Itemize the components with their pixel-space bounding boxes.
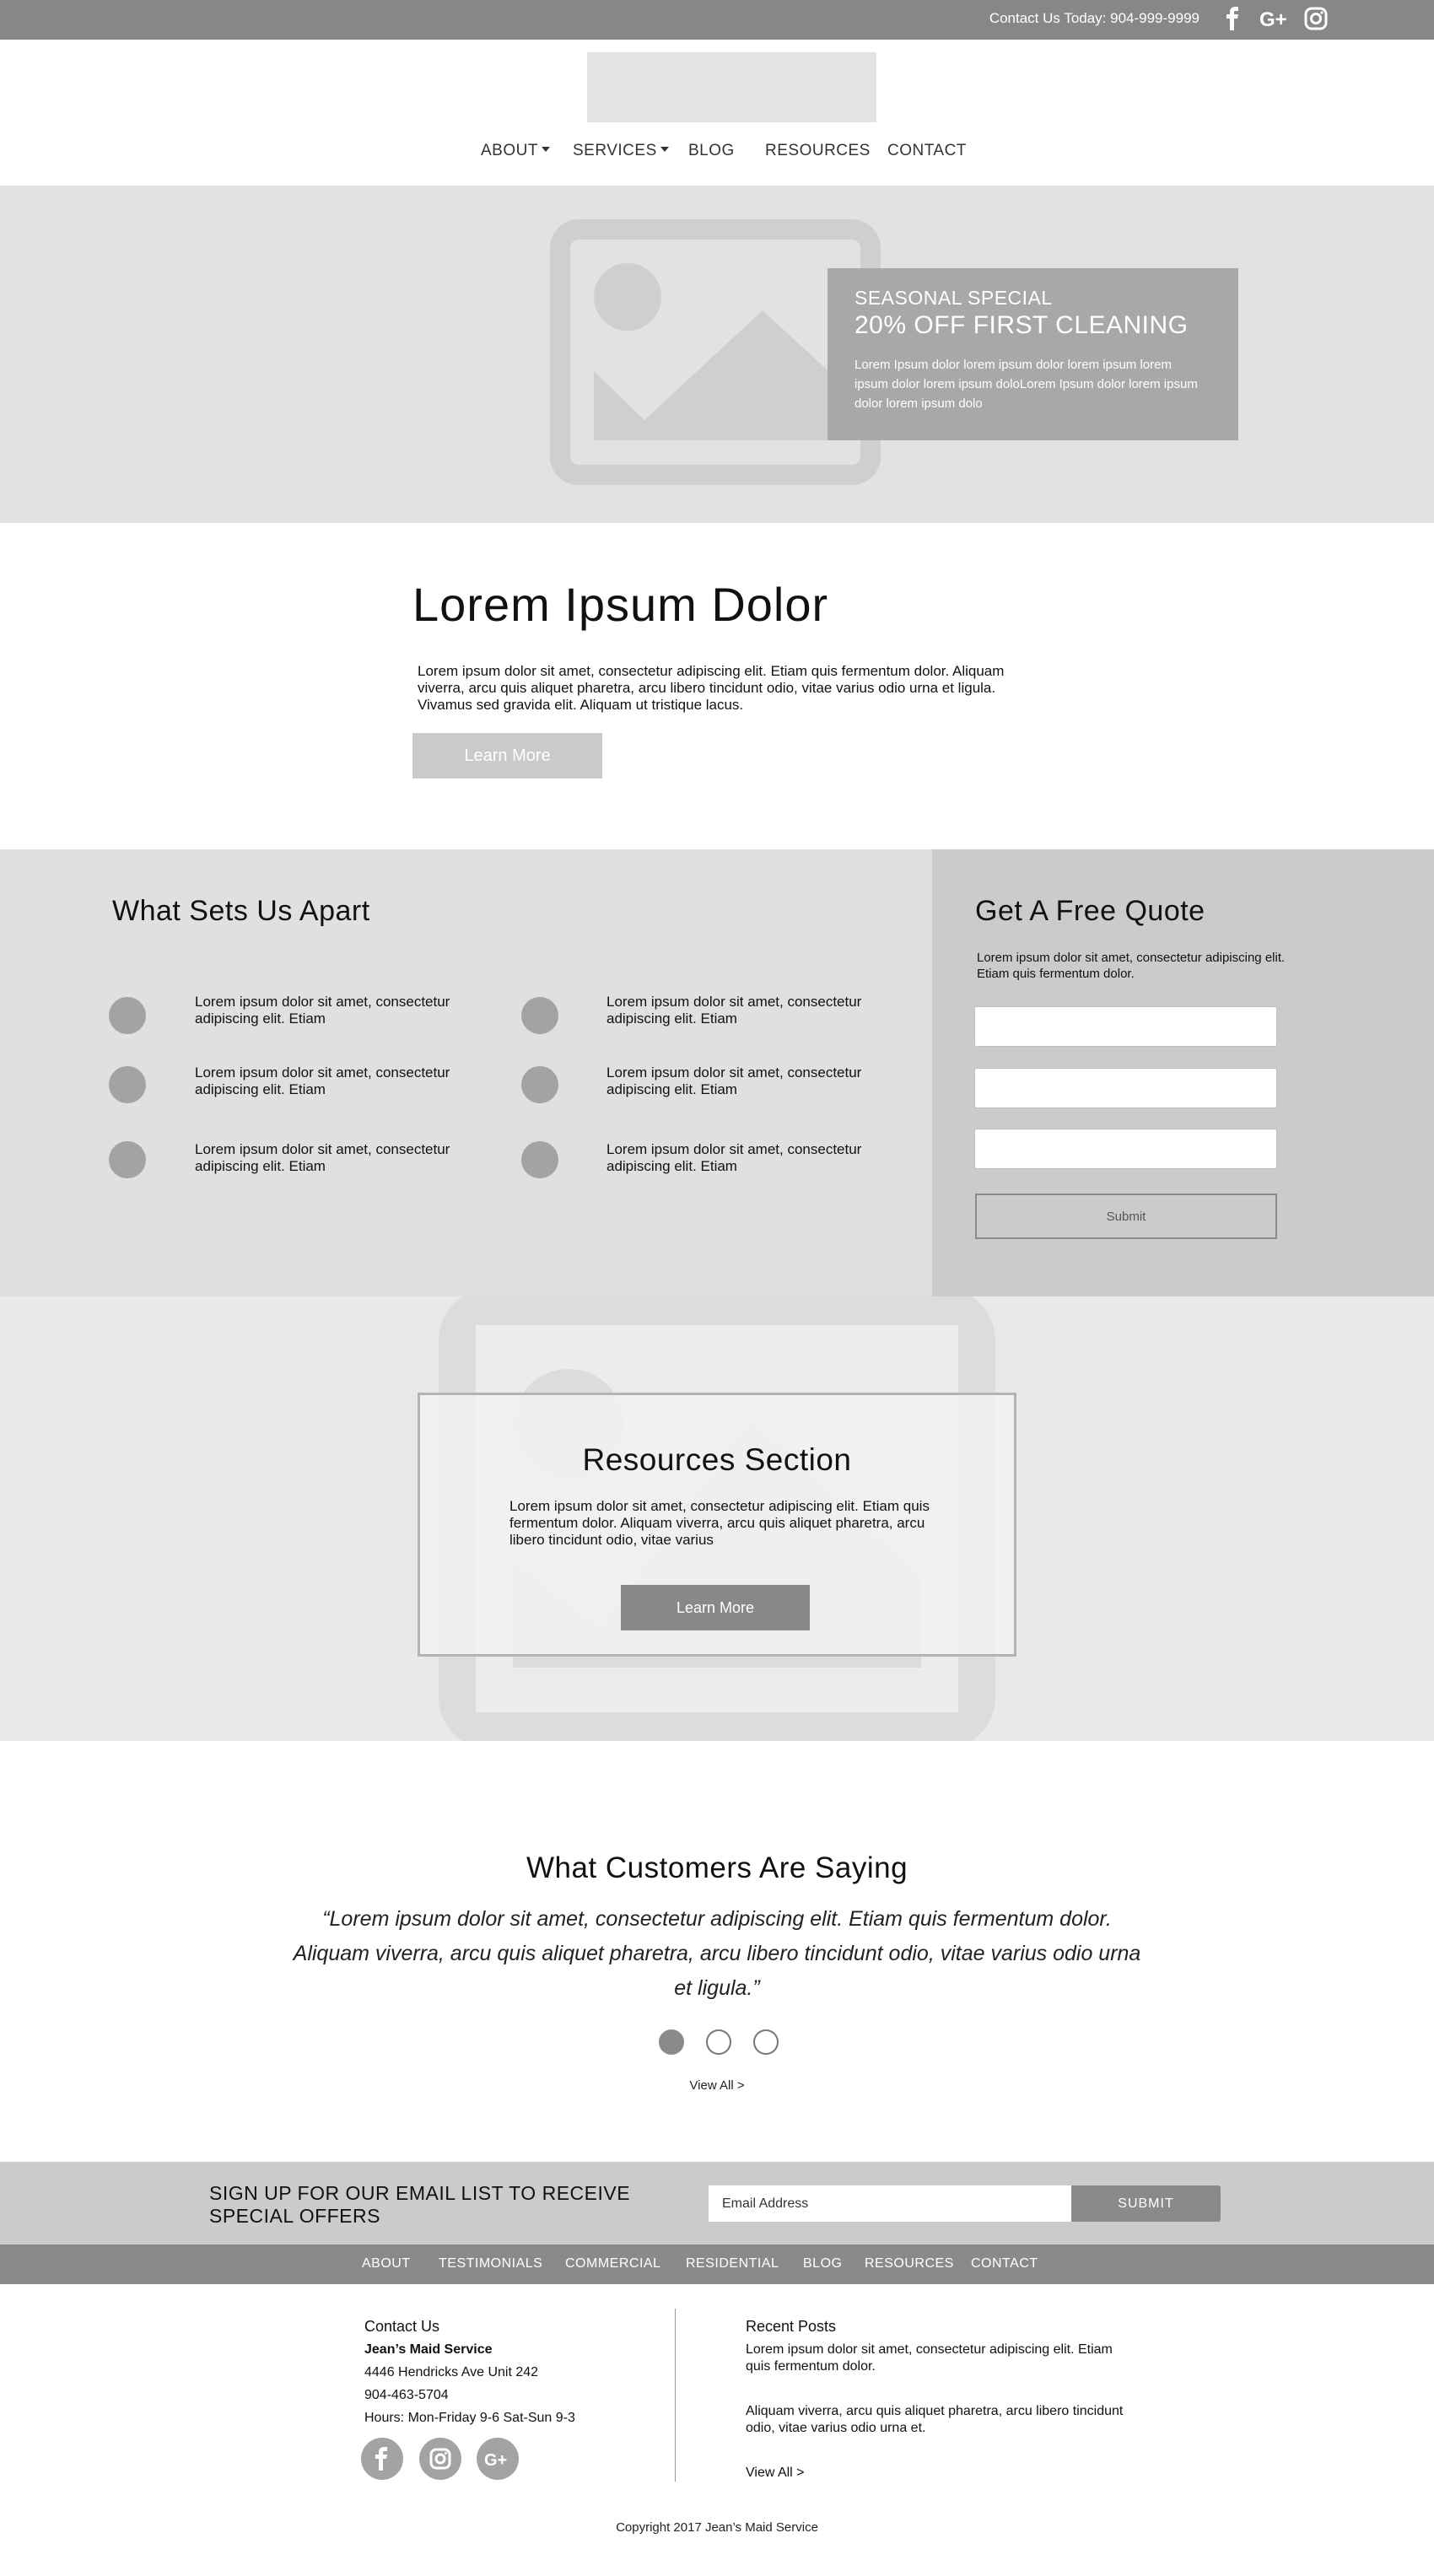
quote-text: Lorem ipsum dolor sit amet, consectetur … <box>977 951 1286 981</box>
footer-phone: 904-463-5704 <box>364 2388 449 2402</box>
feature-text: Lorem ipsum dolor sit amet, consectetur … <box>195 1064 450 1097</box>
feature-text: Lorem ipsum dolor sit amet, consectetur … <box>195 1141 450 1174</box>
nav-label: SERVICES <box>573 142 657 159</box>
recent-post-link[interactable]: Lorem ipsum dolor sit amet, consectetur … <box>746 2342 1125 2375</box>
recent-post-link[interactable]: Aliquam viverra, arcu quis aliquet phare… <box>746 2403 1125 2437</box>
instagram-icon[interactable] <box>1304 7 1328 35</box>
seasonal-special-box: SEASONAL SPECIAL 20% OFF FIRST CLEANING … <box>828 268 1238 440</box>
signup-submit-button[interactable]: SUBMIT <box>1071 2185 1221 2222</box>
feature-icon <box>109 1066 146 1103</box>
caret-down-icon <box>660 147 669 152</box>
view-all-testimonials-link[interactable]: View All > <box>0 2078 1434 2093</box>
footer-nav-testimonials[interactable]: TESTIMONIALS <box>439 2256 542 2272</box>
nav-item-contact[interactable]: CONTACT <box>887 142 967 160</box>
footer-nav-residential[interactable]: RESIDENTIAL <box>686 2256 779 2272</box>
footer-nav-commercial[interactable]: COMMERCIAL <box>565 2256 660 2272</box>
learn-more-button[interactable]: Learn More <box>412 733 602 779</box>
recent-posts-heading: Recent Posts <box>746 2318 837 2335</box>
main-nav: ABOUT SERVICES BLOG RESOURCES CONTACT <box>0 142 1434 167</box>
footer-nav-contact[interactable]: CONTACT <box>971 2256 1038 2272</box>
svg-text:G+: G+ <box>484 2451 507 2470</box>
contact-phone-text: Contact Us Today: 904-999-9999 <box>989 10 1199 26</box>
footer-address: 4446 Hendricks Ave Unit 242 <box>364 2365 539 2379</box>
google-plus-icon[interactable]: G+ <box>477 2438 519 2480</box>
nav-item-resources[interactable]: RESOURCES <box>765 142 871 160</box>
nav-item-blog[interactable]: BLOG <box>688 142 735 160</box>
feature-text: Lorem ipsum dolor sit amet, consectetur … <box>606 1141 862 1174</box>
footer-hours: Hours: Mon-Friday 9-6 Sat-Sun 9-3 <box>364 2411 575 2425</box>
quote-name-field[interactable] <box>974 1006 1277 1047</box>
nav-label: ABOUT <box>481 142 538 159</box>
feature-text: Lorem ipsum dolor sit amet, consectetur … <box>195 994 450 1027</box>
facebook-icon[interactable] <box>1225 7 1240 35</box>
feature-icon <box>521 997 558 1034</box>
footer-nav-resources[interactable]: RESOURCES <box>865 2256 954 2272</box>
signup-text: SIGN UP FOR OUR EMAIL LIST TO RECEIVE SP… <box>209 2182 631 2227</box>
intro-text: Lorem ipsum dolor sit amet, consectetur … <box>418 663 1005 713</box>
view-all-posts-link[interactable]: View All > <box>746 2465 805 2482</box>
facebook-icon[interactable] <box>361 2438 403 2480</box>
feature-icon <box>521 1066 558 1103</box>
resources-text: Lorem ipsum dolor sit amet, consectetur … <box>509 1498 930 1548</box>
quote-title: Get A Free Quote <box>975 895 1205 927</box>
feature-text: Lorem ipsum dolor sit amet, consectetur … <box>606 1064 862 1097</box>
feature-icon <box>109 997 146 1034</box>
testimonial-quote: “Lorem ipsum dolor sit amet, consectetur… <box>293 1907 1141 2000</box>
footer-nav-about[interactable]: ABOUT <box>362 2256 411 2272</box>
special-kicker: SEASONAL SPECIAL <box>854 287 1053 309</box>
feature-icon <box>521 1141 558 1178</box>
instagram-icon[interactable] <box>419 2438 461 2480</box>
feature-text: Lorem ipsum dolor sit amet, consectetur … <box>606 994 862 1027</box>
caret-down-icon <box>541 147 550 152</box>
footer-contact-heading: Contact Us <box>364 2318 440 2335</box>
svg-text:G+: G+ <box>1259 8 1287 30</box>
carousel-dot-active[interactable] <box>659 2029 684 2055</box>
footer-divider <box>675 2309 676 2482</box>
quote-submit-button[interactable]: Submit <box>975 1194 1277 1239</box>
carousel-dot[interactable] <box>706 2029 731 2055</box>
feature-icon <box>109 1141 146 1178</box>
resources-title: Resources Section <box>582 1442 852 1477</box>
nav-item-services[interactable]: SERVICES <box>573 142 669 160</box>
testimonials-title: What Customers Are Saying <box>526 1851 908 1884</box>
logo-placeholder[interactable] <box>587 52 876 122</box>
intro-title: Lorem Ipsum Dolor <box>412 578 829 631</box>
sets-apart-title: What Sets Us Apart <box>112 895 370 927</box>
top-bar: Contact Us Today: 904-999-9999 G+ <box>0 0 1434 40</box>
footer-nav-blog[interactable]: BLOG <box>803 2256 842 2272</box>
carousel-dot[interactable] <box>753 2029 779 2055</box>
quote-phone-field[interactable] <box>974 1129 1277 1169</box>
footer-company-name: Jean’s Maid Service <box>364 2342 493 2357</box>
special-headline: 20% OFF FIRST CLEANING <box>854 311 1189 339</box>
google-plus-icon[interactable]: G+ <box>1259 7 1293 35</box>
email-address-field[interactable] <box>709 2185 1071 2222</box>
quote-email-field[interactable] <box>974 1068 1277 1108</box>
nav-item-about[interactable]: ABOUT <box>481 142 550 160</box>
resources-learn-more-button[interactable]: Learn More <box>621 1585 810 1630</box>
copyright-text: Copyright 2017 Jean’s Maid Service <box>616 2520 818 2535</box>
special-text: Lorem Ipsum dolor lorem ipsum dolor lore… <box>854 358 1198 411</box>
